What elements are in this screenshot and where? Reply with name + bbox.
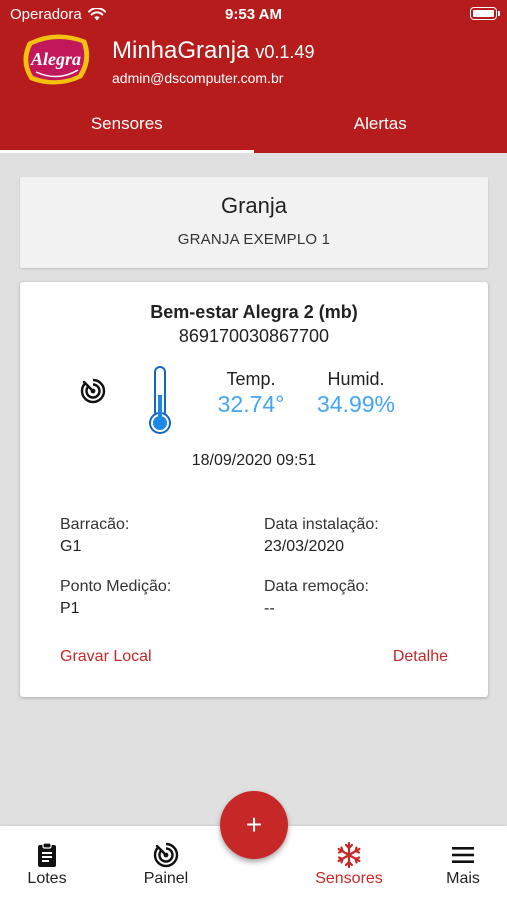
temperature-value: 32.74°: [217, 391, 285, 417]
tab-sensores[interactable]: Sensores: [0, 95, 254, 153]
plus-icon: +: [245, 809, 263, 840]
nav-sensores[interactable]: Sensores: [299, 826, 399, 900]
app-header: Operadora 9:53 AM Alegra MinhaGranja v0.1…: [0, 0, 507, 153]
add-fab-button[interactable]: +: [220, 791, 288, 859]
logo-text: Alegra: [30, 49, 81, 69]
instalacao-value: 23/03/2020: [264, 538, 345, 555]
app-name: MinhaGranja: [112, 37, 250, 64]
gravar-local-button[interactable]: Gravar Local: [60, 648, 152, 666]
sensor-name: Bem-estar Alegra 2 (mb): [150, 302, 358, 322]
tab-alertas[interactable]: Alertas: [254, 95, 507, 153]
ponto-value: P1: [60, 600, 80, 617]
user-email: admin@dscomputer.com.br: [112, 70, 284, 86]
radar-icon: [153, 842, 179, 868]
tab-sensores-label: Sensores: [90, 114, 163, 133]
sensor-card: Bem-estar Alegra 2 (mb) 869170030867700 …: [20, 282, 488, 697]
clipboard-icon: [38, 842, 56, 867]
granja-label: Granja: [220, 193, 288, 218]
tab-alertas-label: Alertas: [353, 114, 407, 133]
alegra-logo: Alegra: [23, 34, 90, 85]
status-bar: Operadora 9:53 AM: [0, 0, 507, 28]
status-time: 9:53 AM: [225, 6, 282, 23]
nav-lotes-label: Lotes: [27, 870, 67, 887]
menu-icon: [452, 847, 474, 863]
app-title: MinhaGranja v0.1.49: [112, 37, 314, 65]
barracao-value: G1: [60, 538, 82, 555]
nav-mais-label: Mais: [446, 870, 480, 887]
ponto-label: Ponto Medição:: [60, 578, 172, 595]
remocao-label: Data remoção:: [264, 578, 369, 595]
barracao-label: Barracão:: [60, 516, 130, 533]
sensor-timestamp: 18/09/2020 09:51: [191, 452, 317, 469]
sensor-id: 869170030867700: [178, 326, 330, 346]
battery-icon: [470, 7, 500, 20]
radar-icon: [80, 378, 106, 404]
nav-painel-label: Painel: [143, 870, 189, 887]
nav-mais[interactable]: Mais: [413, 826, 507, 900]
instalacao-label: Data instalação:: [264, 516, 379, 533]
thermometer-icon: [149, 366, 171, 434]
granja-name: GRANJA EXEMPLO 1: [177, 231, 331, 248]
humidity-value: 34.99%: [316, 391, 395, 417]
nav-sensores-label: Sensores: [315, 870, 383, 887]
humidity-label: Humid.: [327, 369, 385, 389]
app-version: v0.1.49: [255, 42, 315, 62]
detalhe-button[interactable]: Detalhe: [393, 648, 448, 666]
temperature-label: Temp.: [226, 369, 276, 389]
nav-lotes[interactable]: Lotes: [0, 826, 97, 900]
nav-painel[interactable]: Painel: [116, 826, 216, 900]
tab-bar: Sensores Alertas: [0, 95, 507, 153]
granja-card: Granja GRANJA EXEMPLO 1: [20, 177, 488, 268]
remocao-value: --: [264, 600, 275, 617]
snowflake-icon: [337, 842, 361, 868]
